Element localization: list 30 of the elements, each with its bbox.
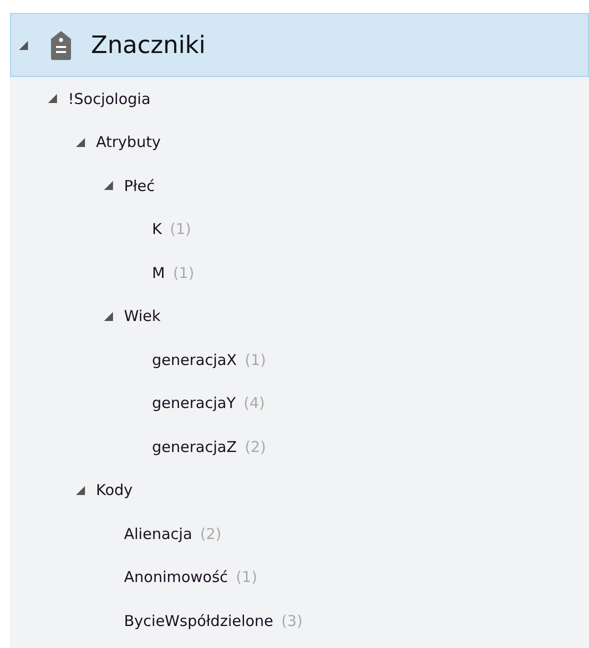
item-count: (1) bbox=[236, 568, 258, 586]
tree-item-label[interactable]: generacjaZ bbox=[152, 438, 237, 456]
item-count: (2) bbox=[244, 438, 266, 456]
tree-item-label[interactable]: BycieWspółdzielone bbox=[124, 612, 274, 630]
tree-item-label[interactable]: generacjaY bbox=[152, 394, 236, 412]
item-count: (1) bbox=[172, 264, 194, 282]
tag-icon bbox=[49, 30, 73, 60]
tree-item-label[interactable]: generacjaX bbox=[152, 350, 237, 369]
expanded-arrow-icon[interactable] bbox=[104, 181, 113, 190]
item-count: (1) bbox=[244, 350, 266, 369]
tree-item-label[interactable]: !Socjologia bbox=[68, 90, 151, 108]
tree-root-label: Znaczniki bbox=[91, 31, 206, 59]
tree-item-label[interactable]: M bbox=[152, 264, 165, 282]
tree-item-label[interactable]: K bbox=[152, 220, 162, 238]
item-count: (1) bbox=[170, 220, 192, 238]
item-count: (4) bbox=[244, 394, 265, 412]
tree-item-label[interactable]: Alienacja bbox=[124, 524, 192, 543]
expanded-arrow-icon[interactable] bbox=[48, 94, 57, 104]
root-tree-item[interactable]: Znaczniki bbox=[10, 13, 589, 77]
item-count: (2) bbox=[200, 524, 222, 543]
tree-item-label[interactable]: Anonimowość bbox=[124, 568, 228, 586]
expanded-arrow-icon[interactable] bbox=[76, 486, 85, 495]
tree-item-label[interactable]: Atrybuty bbox=[96, 133, 161, 152]
tree-item-label[interactable]: Kody bbox=[96, 481, 133, 500]
expanded-arrow-icon[interactable] bbox=[19, 40, 28, 50]
item-count: (3) bbox=[281, 612, 303, 630]
expanded-arrow-icon[interactable] bbox=[76, 138, 85, 147]
tree-item-label[interactable]: Płeć bbox=[124, 176, 155, 195]
tree-item-label[interactable]: Wiek bbox=[124, 307, 161, 326]
expanded-arrow-icon[interactable] bbox=[104, 312, 113, 321]
